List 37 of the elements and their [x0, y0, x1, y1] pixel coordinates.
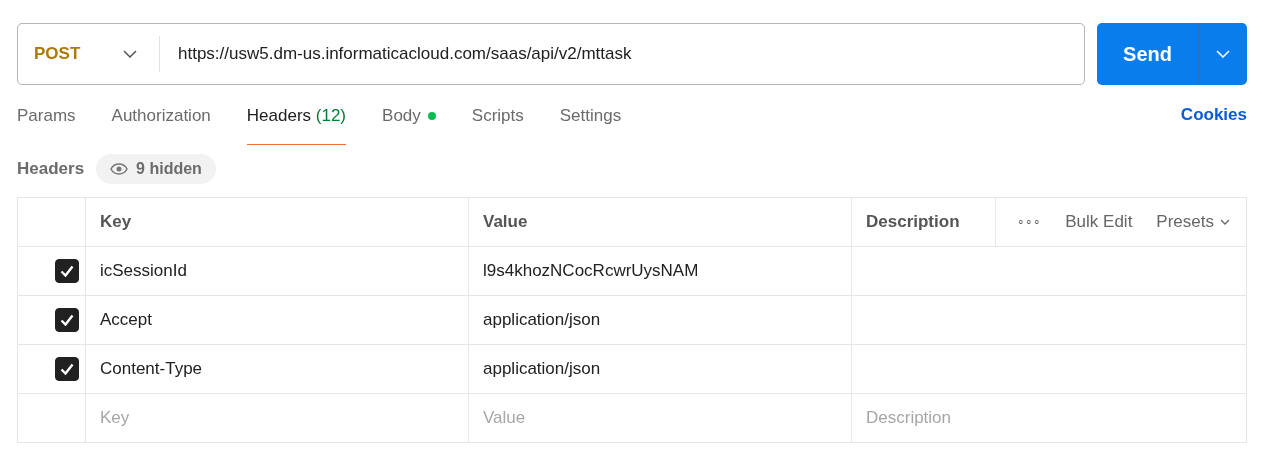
- hidden-headers-toggle[interactable]: 9 hidden: [96, 154, 216, 184]
- table-cell: application/json: [483, 310, 601, 330]
- description-field[interactable]: Description: [866, 408, 1232, 428]
- chevron-down-icon: [1216, 50, 1230, 58]
- tab[interactable]: Headers (12): [246, 85, 347, 145]
- table-cell: icSessionId: [100, 261, 187, 281]
- url-field[interactable]: https://usw5.dm-us.informaticacloud.com/saas/api/v2/mttask: [160, 36, 1084, 72]
- check-icon: [60, 265, 74, 277]
- column-header: Description: [866, 212, 960, 232]
- cookies-link[interactable]: Cookies: [1180, 105, 1247, 125]
- checkbox[interactable]: [55, 259, 79, 283]
- checkbox[interactable]: [55, 357, 79, 381]
- tab[interactable]: Authorization: [111, 85, 211, 145]
- more-options-button[interactable]: ∘∘∘: [1017, 215, 1042, 229]
- table-cell: application/json: [483, 359, 601, 379]
- bulk-edit-button[interactable]: Bulk Edit: [1065, 212, 1133, 232]
- column-header: Key: [100, 212, 132, 232]
- table-cell: Content-Type: [100, 359, 203, 379]
- check-icon: [60, 363, 74, 375]
- tab[interactable]: Params: [17, 85, 76, 145]
- table-cell: l9s4khozNCocRcwrUysNAM: [483, 261, 699, 281]
- column-header: Value: [483, 212, 528, 232]
- method-dropdown[interactable]: POST: [18, 36, 160, 72]
- key-field[interactable]: Key: [100, 408, 454, 428]
- url-bar[interactable]: POST https://usw5.dm-us.informaticacloud.com/saas/api/v2/mttask: [17, 23, 1085, 85]
- tab[interactable]: Body: [382, 85, 436, 145]
- eye-icon: [110, 163, 129, 175]
- section-title: Headers: [17, 159, 85, 179]
- table-cell: Accept: [100, 310, 152, 330]
- chevron-down-icon: [1220, 219, 1230, 225]
- value-field[interactable]: Value: [483, 408, 837, 428]
- tab[interactable]: Scripts: [471, 85, 524, 145]
- checkbox[interactable]: [55, 308, 79, 332]
- tab[interactable]: Settings: [559, 85, 622, 145]
- chevron-down-icon: [123, 50, 137, 58]
- check-icon: [60, 314, 74, 326]
- presets-dropdown[interactable]: Presets: [1156, 212, 1230, 232]
